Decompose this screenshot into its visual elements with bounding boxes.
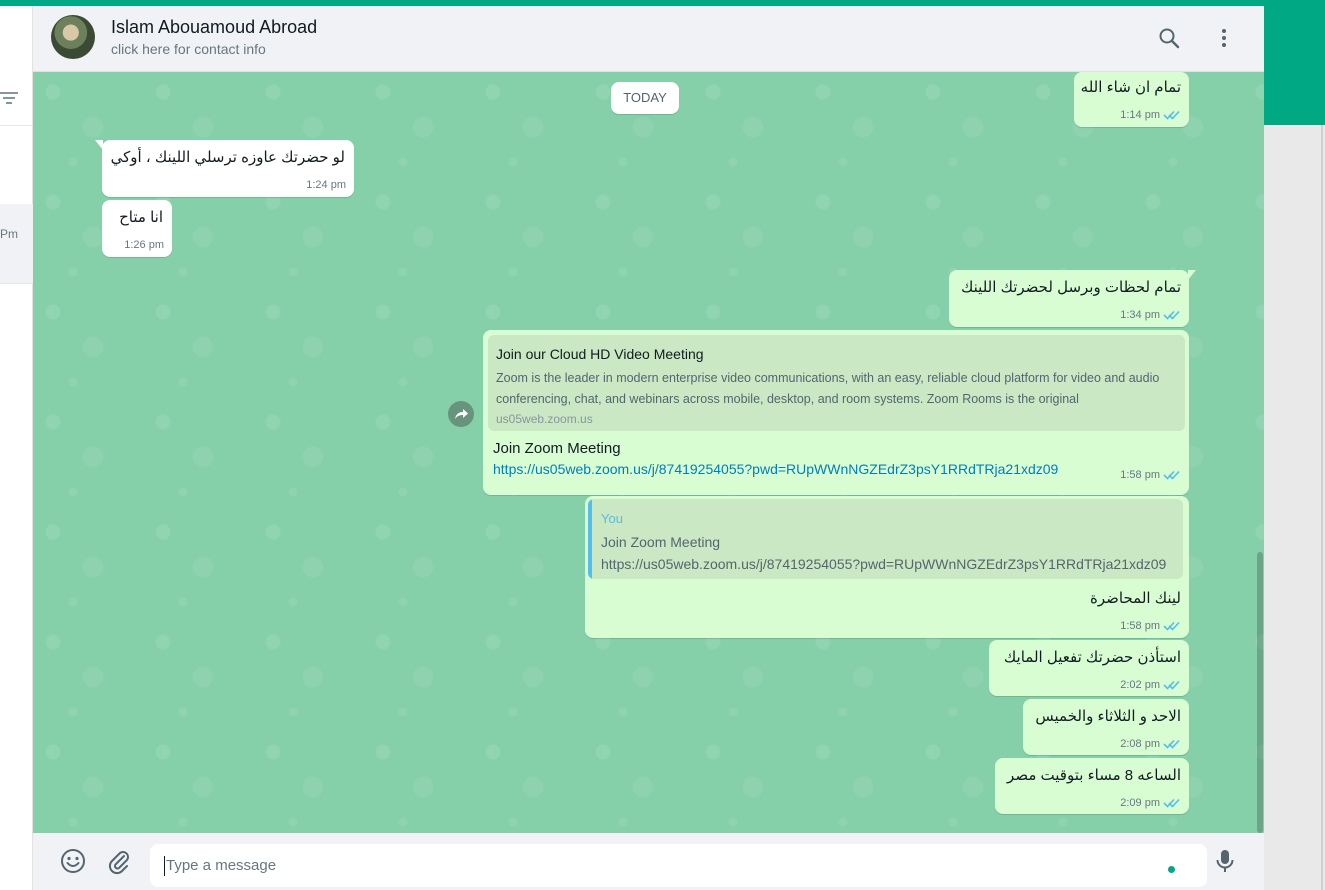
message-time: 2:08 pm bbox=[1120, 738, 1160, 750]
quoted-text: Join Zoom Meeting bbox=[601, 534, 721, 550]
forward-button[interactable] bbox=[448, 401, 474, 427]
message-text: Join Zoom Meeting bbox=[493, 440, 621, 457]
link-preview-card[interactable]: Join our Cloud HD Video Meeting Zoom is … bbox=[488, 335, 1185, 431]
message-text: استأذن حضرتك تفعيل المايك bbox=[1003, 649, 1181, 666]
filter-icon[interactable] bbox=[0, 90, 20, 106]
link-preview-domain: us05web.zoom.us bbox=[496, 412, 593, 426]
quote-bar bbox=[588, 499, 592, 579]
message-time: 1:34 pm bbox=[1120, 309, 1160, 321]
message-text: لينك المحاضرة bbox=[1090, 590, 1181, 607]
message-list-scrollbar[interactable] bbox=[1257, 552, 1263, 833]
search-icon[interactable] bbox=[1157, 26, 1181, 50]
message-bubble-incoming[interactable]: لو حضرتك عاوزه ترسلي اللينك ، أوكي 1:24 … bbox=[95, 140, 354, 197]
forward-icon bbox=[455, 409, 468, 419]
read-receipt-icon bbox=[1163, 680, 1180, 690]
read-receipt-icon bbox=[1163, 310, 1180, 320]
chat-list-panel: Pm bbox=[0, 6, 33, 890]
message-text: لو حضرتك عاوزه ترسلي اللينك ، أوكي bbox=[110, 149, 345, 166]
message-bubble-outgoing[interactable]: You Join Zoom Meeting https://us05web.zo… bbox=[585, 496, 1189, 638]
message-text: تمام ان شاء الله bbox=[1080, 79, 1181, 96]
message-text: انا متاح bbox=[119, 209, 163, 226]
quoted-author: You bbox=[601, 511, 623, 526]
message-time: 1:14 pm bbox=[1120, 109, 1160, 121]
divider bbox=[0, 125, 33, 126]
kebab-menu-icon[interactable] bbox=[1212, 26, 1236, 50]
bubble-tail bbox=[95, 140, 103, 150]
message-input[interactable] bbox=[150, 844, 1207, 887]
compose-bar bbox=[33, 833, 1264, 890]
message-bubble-outgoing[interactable]: Join our Cloud HD Video Meeting Zoom is … bbox=[483, 330, 1189, 495]
read-receipt-icon bbox=[1163, 798, 1180, 808]
quoted-link: https://us05web.zoom.us/j/87419254055?pw… bbox=[601, 556, 1167, 572]
window-background bbox=[1264, 125, 1325, 890]
message-time: 2:09 pm bbox=[1120, 797, 1160, 809]
message-bubble-incoming[interactable]: انا متاح 1:26 pm bbox=[102, 200, 172, 257]
chat-list-item-time: Pm bbox=[0, 227, 18, 241]
read-receipt-icon bbox=[1163, 739, 1180, 749]
microphone-icon[interactable] bbox=[1211, 847, 1239, 875]
divider bbox=[0, 283, 33, 284]
message-time: 1:26 pm bbox=[124, 239, 164, 251]
avatar[interactable] bbox=[51, 15, 95, 59]
message-bubble-outgoing[interactable]: تمام ان شاء الله 1:14 pm bbox=[1074, 72, 1189, 127]
contact-name[interactable]: Islam Abouamoud Abroad bbox=[111, 17, 317, 38]
message-time: 2:02 pm bbox=[1120, 679, 1160, 691]
read-receipt-icon bbox=[1163, 110, 1180, 120]
message-text: الساعه 8 مساء بتوقيت مصر bbox=[1007, 767, 1181, 784]
text-caret bbox=[164, 856, 165, 876]
conversation-header[interactable]: Islam Abouamoud Abroad click here for co… bbox=[33, 6, 1264, 72]
message-bubble-outgoing[interactable]: الاحد و الثلاثاء والخميس 2:08 pm bbox=[1023, 699, 1189, 755]
link-preview-title: Join our Cloud HD Video Meeting bbox=[496, 346, 704, 362]
message-text: الاحد و الثلاثاء والخميس bbox=[1035, 708, 1181, 725]
message-bubble-outgoing[interactable]: استأذن حضرتك تفعيل المايك 2:02 pm bbox=[989, 640, 1189, 696]
date-divider: TODAY bbox=[611, 82, 679, 114]
read-receipt-icon bbox=[1163, 470, 1180, 480]
quoted-message[interactable]: You Join Zoom Meeting https://us05web.zo… bbox=[588, 499, 1183, 579]
link-preview-description: Zoom is the leader in modern enterprise … bbox=[496, 371, 1160, 406]
emoji-icon[interactable] bbox=[59, 847, 87, 875]
status-dot bbox=[1168, 866, 1175, 873]
message-link[interactable]: https://us05web.zoom.us/j/87419254055?pw… bbox=[493, 461, 1058, 477]
message-time: 1:58 pm bbox=[1120, 469, 1160, 481]
contact-info-hint[interactable]: click here for contact info bbox=[111, 41, 266, 57]
window-edge bbox=[1321, 125, 1323, 890]
message-time: 1:58 pm bbox=[1120, 620, 1160, 632]
message-text: تمام لحظات وبرسل لحضرتك اللينك bbox=[961, 279, 1181, 296]
message-bubble-outgoing[interactable]: تمام لحظات وبرسل لحضرتك اللينك 1:34 pm bbox=[949, 270, 1196, 327]
message-bubble-outgoing[interactable]: الساعه 8 مساء بتوقيت مصر 2:09 pm bbox=[995, 758, 1189, 814]
bubble-tail bbox=[1188, 270, 1196, 280]
conversation-pane: Islam Abouamoud Abroad click here for co… bbox=[33, 6, 1264, 890]
window-background-accent bbox=[1264, 6, 1325, 125]
read-receipt-icon bbox=[1163, 621, 1180, 631]
paperclip-icon[interactable] bbox=[105, 847, 133, 875]
chat-list-item-selected[interactable] bbox=[0, 204, 33, 284]
message-time: 1:24 pm bbox=[306, 179, 346, 191]
message-list[interactable]: TODAY تمام ان شاء الله 1:14 pm لو حضرتك … bbox=[33, 72, 1264, 833]
